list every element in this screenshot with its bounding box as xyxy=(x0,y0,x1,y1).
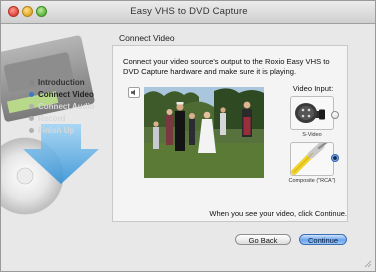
step-connect-audio: Connect Audio xyxy=(29,100,95,112)
continue-button[interactable]: Continue xyxy=(299,234,347,245)
go-back-button[interactable]: Go Back xyxy=(235,234,291,245)
sidebar-artwork xyxy=(1,35,99,215)
step-label: Introduction xyxy=(38,77,85,87)
step-status-icon xyxy=(29,127,34,133)
composite-radio[interactable] xyxy=(331,154,339,162)
step-label: Connect Audio xyxy=(38,101,95,111)
step-label: Record xyxy=(38,113,66,123)
step-connect-video: Connect Video xyxy=(29,88,95,100)
content-panel: Connect your video source's output to th… xyxy=(112,45,348,222)
step-list: Introduction Connect Video Connect Audio… xyxy=(29,76,95,136)
rca-option-label: Composite ("RCA") xyxy=(288,178,336,184)
window-title: Easy VHS to DVD Capture xyxy=(130,6,248,17)
sidebar: Introduction Connect Video Connect Audio… xyxy=(1,24,113,271)
rca-connector-icon[interactable] xyxy=(290,140,334,176)
step-status-icon xyxy=(29,79,34,85)
step-record: Record xyxy=(29,112,95,124)
speaker-icon[interactable] xyxy=(128,87,140,98)
step-status-icon xyxy=(29,91,34,97)
step-introduction: Introduction xyxy=(29,76,95,88)
video-preview xyxy=(144,87,264,178)
svideo-radio[interactable] xyxy=(331,111,339,119)
footer-instruction: When you see your video, click Continue. xyxy=(209,209,347,218)
step-label: Connect Video xyxy=(38,89,94,99)
step-finish-up: Finish Up xyxy=(29,124,95,136)
video-input-label: Video Input: xyxy=(292,84,334,93)
instruction-text: Connect your video source's output to th… xyxy=(123,57,330,76)
page-title: Connect Video xyxy=(119,33,175,43)
step-status-icon xyxy=(29,103,34,109)
title-bar[interactable]: Easy VHS to DVD Capture xyxy=(1,1,375,24)
resize-grip-icon[interactable] xyxy=(364,260,372,268)
app-window: Easy VHS to DVD Capture Introduction Con… xyxy=(0,0,376,272)
step-status-icon xyxy=(29,115,34,121)
svideo-option-label: S-Video xyxy=(302,132,322,138)
step-label: Finish Up xyxy=(38,125,75,135)
svideo-connector-icon[interactable] xyxy=(290,96,334,130)
